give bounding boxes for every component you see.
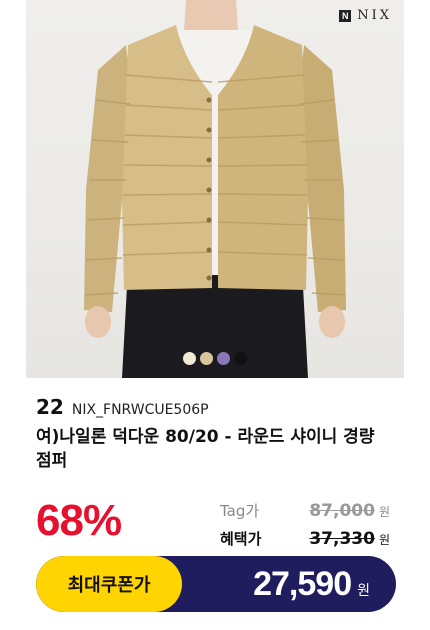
- coupon-label: 최대쿠폰가: [36, 556, 182, 612]
- discount-rate: 68%: [36, 496, 122, 545]
- jacket-illustration: [84, 0, 346, 378]
- product-image[interactable]: N NIX: [26, 0, 404, 378]
- brand-logo: N NIX: [339, 8, 392, 23]
- brand-mark-icon: N: [339, 9, 352, 22]
- benefit-price-value: 37,330: [309, 529, 375, 549]
- benefit-price-label: 혜택가: [220, 530, 262, 548]
- color-swatch[interactable]: [183, 352, 196, 365]
- benefit-price-row: 혜택가 37,330 원: [220, 528, 390, 549]
- color-swatch[interactable]: [217, 352, 230, 365]
- product-code-row: 22 NIX_FNRWCUE506P: [36, 395, 209, 419]
- product-title[interactable]: 여)나일론 덕다운 80/20 - 라운드 샤이니 경량 점퍼: [36, 425, 396, 473]
- rank-number: 22: [36, 395, 64, 419]
- benefit-price-unit: 원: [378, 533, 390, 547]
- tag-price-row: Tag가 87,000 원: [220, 500, 390, 521]
- product-code: NIX_FNRWCUE506P: [71, 402, 209, 418]
- tag-price-label: Tag가: [220, 502, 260, 520]
- coupon-price-value: 27,590: [253, 564, 352, 603]
- color-swatch[interactable]: [200, 352, 213, 365]
- coupon-price-bar[interactable]: 최대쿠폰가 27,590 원: [36, 556, 396, 612]
- tag-price-unit: 원: [378, 505, 390, 519]
- color-swatches: [183, 352, 247, 365]
- color-swatch[interactable]: [234, 352, 247, 365]
- brand-logo-text: NIX: [357, 8, 392, 23]
- coupon-price: 27,590 원: [253, 565, 370, 604]
- tag-price-value: 87,000: [309, 501, 375, 521]
- coupon-price-unit: 원: [357, 582, 370, 599]
